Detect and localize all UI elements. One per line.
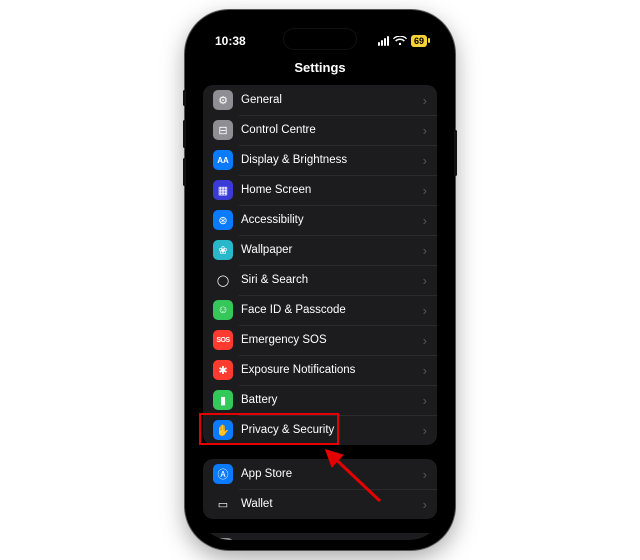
- wallet-icon: ▭: [213, 494, 233, 514]
- chevron-right-icon: ›: [423, 498, 427, 511]
- control-centre-icon: ⊟: [213, 120, 233, 140]
- settings-row-privacy[interactable]: ✋ Privacy & Security ›: [203, 415, 437, 445]
- settings-row-label: Siri & Search: [241, 274, 415, 286]
- settings-row-home[interactable]: ▦ Home Screen ›: [203, 175, 437, 205]
- battery-indicator: 69: [411, 35, 427, 47]
- settings-row-label: Wallpaper: [241, 244, 415, 256]
- settings-row-label: Display & Brightness: [241, 154, 415, 166]
- nav-bar: Settings: [195, 58, 445, 85]
- settings-row-label: Home Screen: [241, 184, 415, 196]
- chevron-right-icon: ›: [423, 364, 427, 377]
- chevron-right-icon: ›: [423, 424, 427, 437]
- settings-row-faceid[interactable]: ☺ Face ID & Passcode ›: [203, 295, 437, 325]
- volume-down-button[interactable]: [183, 158, 186, 186]
- settings-row-siri[interactable]: ◯ Siri & Search ›: [203, 265, 437, 295]
- settings-row-label: Privacy & Security: [241, 424, 415, 436]
- chevron-right-icon: ›: [423, 154, 427, 167]
- settings-row-label: Exposure Notifications: [241, 364, 415, 376]
- appstore-icon: Ⓐ: [213, 464, 233, 484]
- dynamic-island: [283, 28, 357, 50]
- battery-icon: ▮: [213, 390, 233, 410]
- chevron-right-icon: ›: [423, 244, 427, 257]
- settings-row-label: Control Centre: [241, 124, 415, 136]
- settings-row-passwords[interactable]: 🔑Passwords›: [203, 533, 437, 540]
- chevron-right-icon: ›: [423, 394, 427, 407]
- sos-icon: SOS: [213, 330, 233, 350]
- settings-row-label: Battery: [241, 394, 415, 406]
- chevron-right-icon: ›: [423, 334, 427, 347]
- settings-row-wallpaper[interactable]: ❀ Wallpaper ›: [203, 235, 437, 265]
- status-indicators: 69: [378, 35, 427, 47]
- volume-up-button[interactable]: [183, 120, 186, 148]
- chevron-right-icon: ›: [423, 184, 427, 197]
- settings-row-control[interactable]: ⊟ Control Centre ›: [203, 115, 437, 145]
- settings-group: 🔑Passwords›✉Mail›: [203, 533, 437, 540]
- settings-row-general[interactable]: ⚙ General ›: [203, 85, 437, 115]
- page-title: Settings: [294, 60, 345, 75]
- settings-row-battery[interactable]: ▮ Battery ›: [203, 385, 437, 415]
- power-button[interactable]: [454, 130, 457, 176]
- chevron-right-icon: ›: [423, 274, 427, 287]
- home-screen-icon: ▦: [213, 180, 233, 200]
- display-icon: AA: [213, 150, 233, 170]
- phone-frame: 10:38 69 Settings ⚙ General › ⊟ Control Cent…: [185, 10, 455, 550]
- settings-list[interactable]: ⚙ General › ⊟ Control Centre › AA Display & Bri…: [195, 85, 445, 540]
- settings-row-label: Face ID & Passcode: [241, 304, 415, 316]
- passwords-icon: 🔑: [213, 538, 233, 540]
- settings-row-display[interactable]: AA Display & Brightness ›: [203, 145, 437, 175]
- settings-row-sos[interactable]: SOS Emergency SOS ›: [203, 325, 437, 355]
- settings-row-exposure[interactable]: ✱ Exposure Notifications ›: [203, 355, 437, 385]
- mute-switch[interactable]: [183, 90, 186, 106]
- settings-group: ⚙ General › ⊟ Control Centre › AA Display & Bri…: [203, 85, 437, 445]
- faceid-icon: ☺: [213, 300, 233, 320]
- settings-row-label: Wallet: [241, 498, 415, 510]
- settings-row-label: Accessibility: [241, 214, 415, 226]
- privacy-icon: ✋: [213, 420, 233, 440]
- screen: 10:38 69 Settings ⚙ General › ⊟ Control Cent…: [195, 20, 445, 540]
- accessibility-icon: ⊛: [213, 210, 233, 230]
- chevron-right-icon: ›: [423, 304, 427, 317]
- settings-row-appstore[interactable]: Ⓐ App Store ›: [203, 459, 437, 489]
- chevron-right-icon: ›: [423, 214, 427, 227]
- chevron-right-icon: ›: [423, 468, 427, 481]
- settings-row-wallet[interactable]: ▭ Wallet ›: [203, 489, 437, 519]
- chevron-right-icon: ›: [423, 124, 427, 137]
- chevron-right-icon: ›: [423, 94, 427, 107]
- cellular-icon: [378, 36, 389, 46]
- status-time: 10:38: [215, 34, 246, 48]
- wifi-icon: [393, 36, 407, 46]
- settings-group: Ⓐ App Store › ▭ Wallet ›: [203, 459, 437, 519]
- exposure-icon: ✱: [213, 360, 233, 380]
- gear-icon: ⚙: [213, 90, 233, 110]
- settings-row-label: App Store: [241, 468, 415, 480]
- siri-icon: ◯: [213, 270, 233, 290]
- settings-row-label: General: [241, 94, 415, 106]
- wallpaper-icon: ❀: [213, 240, 233, 260]
- settings-row-access[interactable]: ⊛ Accessibility ›: [203, 205, 437, 235]
- settings-row-label: Emergency SOS: [241, 334, 415, 346]
